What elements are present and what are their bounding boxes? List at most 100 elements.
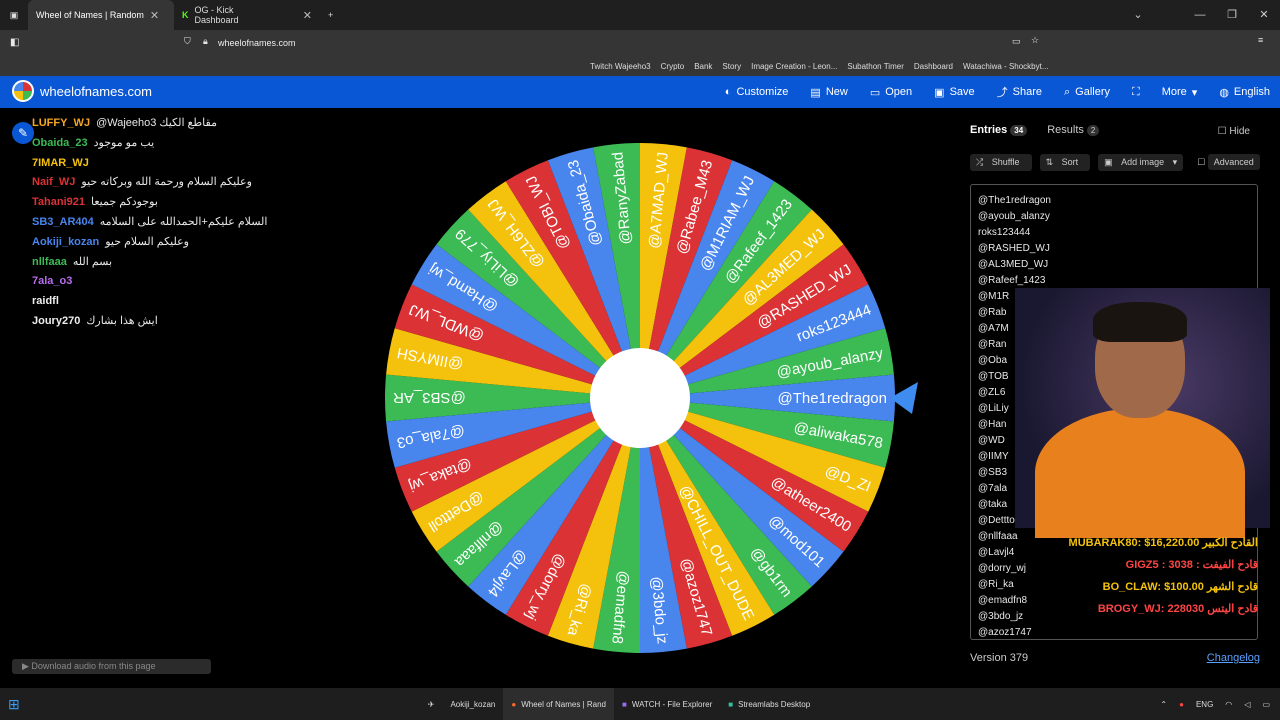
chat-text: @Wajeeho3 مقاطع الكيك: [96, 117, 217, 129]
edit-icon[interactable]: ✎: [12, 122, 34, 144]
url-field[interactable]: wheelofnames.com: [218, 38, 296, 48]
close-icon[interactable]: ✕: [303, 9, 312, 22]
fullscreen-icon: ⛶: [1132, 85, 1140, 98]
hide-toggle[interactable]: ☐ Hide: [1218, 126, 1250, 137]
advanced-checkbox[interactable]: ☐ Advanced: [1191, 154, 1266, 171]
new-tab-button[interactable]: +: [320, 0, 341, 30]
system-tray: ⌃ ● ENG ◠ ◁ ▭: [1160, 688, 1270, 720]
chat-text: وعليكم السلام ورحمة الله وبركاته حيو: [81, 176, 252, 189]
bookmark-item[interactable]: Bank: [694, 62, 712, 71]
chat-message: LUFFY_WJ @Wajeeho3 مقاطع الكيك: [32, 114, 372, 134]
language-button[interactable]: ◍ English: [1219, 86, 1270, 99]
nav-label: Gallery: [1075, 86, 1111, 98]
tab-title: OG - Kick Dashboard: [194, 5, 239, 25]
bookmark-item[interactable]: Story: [722, 62, 741, 71]
tab-menu-icon[interactable]: ▣: [0, 0, 28, 30]
changelog-link[interactable]: Changelog: [1207, 652, 1260, 664]
entries-count-badge: 34: [1010, 125, 1028, 136]
entry-line: @The1redragon: [978, 195, 1051, 206]
sidebar-icon[interactable]: ◧: [10, 37, 19, 48]
lock-icon: 🔒︎: [203, 36, 208, 46]
close-icon[interactable]: ✕: [150, 9, 159, 22]
wifi-icon[interactable]: ◠: [1225, 700, 1232, 709]
nav-label: English: [1233, 86, 1270, 98]
nav-label: New: [825, 86, 848, 98]
chevron-down-icon[interactable]: ⌄: [1122, 0, 1154, 30]
share-button[interactable]: ⤴ Share: [997, 84, 1042, 100]
chat-overlay: LUFFY_WJ @Wajeeho3 مقاطع الكيك Obaida_23 يب…: [32, 114, 372, 332]
hide-label: Hide: [1229, 126, 1250, 137]
taskbar-label: Wheel of Names | Rand: [521, 699, 606, 709]
tab-results[interactable]: Results 2: [1047, 124, 1100, 136]
wheel-slice-label: @The1redragon: [778, 390, 887, 407]
kick-icon: K: [182, 10, 189, 20]
add-image-button[interactable]: ▣ Add image ▾: [1098, 154, 1184, 171]
firefox-icon: ●: [511, 699, 517, 709]
save-button[interactable]: ▣ Save: [934, 86, 974, 99]
customize-button[interactable]: ◐ Customize: [725, 86, 789, 98]
sort-button[interactable]: ⇅ Sort: [1039, 154, 1091, 171]
webcam-person-body: [1035, 408, 1245, 538]
shuffle-button[interactable]: ⤮ Shuffle: [970, 154, 1032, 171]
tab-entries[interactable]: Entries 34: [970, 124, 1028, 136]
minimize-button[interactable]: —: [1184, 0, 1216, 30]
site-header: wheelofnames.com ◐ Customize ▤ New ▭ Open ▣…: [0, 76, 1280, 108]
download-audio-label: Download audio from this page: [31, 661, 156, 671]
site-nav: ◐ Customize ▤ New ▭ Open ▣ Save ⤴ Share ⌕ Gall…: [725, 76, 1270, 108]
leaderboard-line: GIGZ5 : 3038 : قادح الفيفت: [1125, 559, 1258, 571]
chat-username: nllfaaa: [32, 255, 67, 268]
leaderboard-line: BO_CLAW: $100.00 قادح الشهر: [1102, 581, 1258, 593]
start-button[interactable]: ⊞: [0, 696, 28, 713]
explorer-icon: ■: [621, 699, 627, 709]
gallery-button[interactable]: ⌕ Gallery: [1064, 86, 1110, 99]
chat-message: raidfl: [32, 292, 372, 312]
open-button[interactable]: ▭ Open: [870, 86, 912, 99]
tab-kick-dashboard[interactable]: K OG - Kick Dashboard ✕: [174, 0, 320, 30]
microphone-icon[interactable]: ●: [1179, 700, 1184, 709]
chat-message: Obaida_23 يب مو موجود: [32, 134, 372, 154]
menu-icon[interactable]: ≡: [1258, 35, 1263, 45]
bookmark-item[interactable]: Image Creation - Leon...: [751, 62, 837, 71]
reader-icon[interactable]: ▭: [1012, 36, 1021, 47]
star-icon[interactable]: ☆: [1031, 35, 1039, 46]
entry-line: @RASHED_WJ: [978, 243, 1050, 254]
save-icon: ▣: [934, 86, 945, 99]
entry-line: @ayoub_alanzy: [978, 211, 1050, 222]
chat-message: 7IMAR_WJ: [32, 154, 372, 174]
chat-text: ايش هذا بشارك: [86, 314, 158, 327]
wheel-center-button[interactable]: [590, 348, 690, 448]
bookmark-item[interactable]: Dashboard: [914, 62, 953, 71]
download-audio-bar[interactable]: ▶ Download audio from this page: [12, 659, 211, 674]
fullscreen-button[interactable]: ⛶: [1132, 86, 1140, 99]
chat-username: Tahani921: [32, 196, 85, 209]
bookmark-item[interactable]: Crypto: [661, 62, 685, 71]
chevron-up-icon[interactable]: ⌃: [1160, 700, 1167, 709]
taskbar-item[interactable]: Aokiji_kozan: [442, 700, 503, 709]
restore-button[interactable]: ❐: [1216, 0, 1248, 30]
volume-icon[interactable]: ◁: [1244, 700, 1250, 709]
advanced-label: Advanced: [1207, 154, 1260, 170]
taskbar-item[interactable]: ● Wheel of Names | Rand: [503, 688, 614, 720]
taskbar-item[interactable]: ■ WATCH - File Explorer: [614, 700, 720, 709]
bookmark-item[interactable]: Twitch Wajeeho3: [590, 62, 651, 71]
more-button[interactable]: More ▾: [1162, 86, 1198, 99]
taskbar-app-icon[interactable]: ✈: [28, 700, 443, 709]
streamlabs-icon: ■: [728, 699, 734, 709]
tab-wheel-of-names[interactable]: Wheel of Names | Random ✕: [28, 0, 174, 30]
new-button[interactable]: ▤ New: [810, 86, 847, 99]
language-indicator[interactable]: ENG: [1196, 700, 1213, 709]
entry-line: @AL3MED_WJ: [978, 259, 1049, 270]
shield-icon[interactable]: ⛉: [184, 36, 191, 47]
site-logo[interactable]: wheelofnames.com: [12, 80, 152, 102]
folder-icon: ▭: [869, 86, 881, 99]
chat-text: السلام عليكم+الحمدالله على السلامه: [99, 215, 268, 228]
taskbar-label: WATCH - File Explorer: [631, 699, 713, 709]
bookmark-item[interactable]: Subathon Timer: [847, 62, 903, 71]
palette-icon: ◐: [724, 86, 732, 98]
taskbar-item[interactable]: ■ Streamlabs Desktop: [720, 700, 818, 709]
close-window-button[interactable]: ✕: [1248, 0, 1280, 30]
window-controls: ⌄ — ❐ ✕: [1122, 0, 1280, 30]
bookmark-item[interactable]: Watachiwa - Shockbyt...: [963, 62, 1049, 71]
battery-icon[interactable]: ▭: [1262, 700, 1270, 709]
wheel[interactable]: @The1redragon@aliwaka578@D_ZI@atheer2400…: [380, 138, 918, 658]
